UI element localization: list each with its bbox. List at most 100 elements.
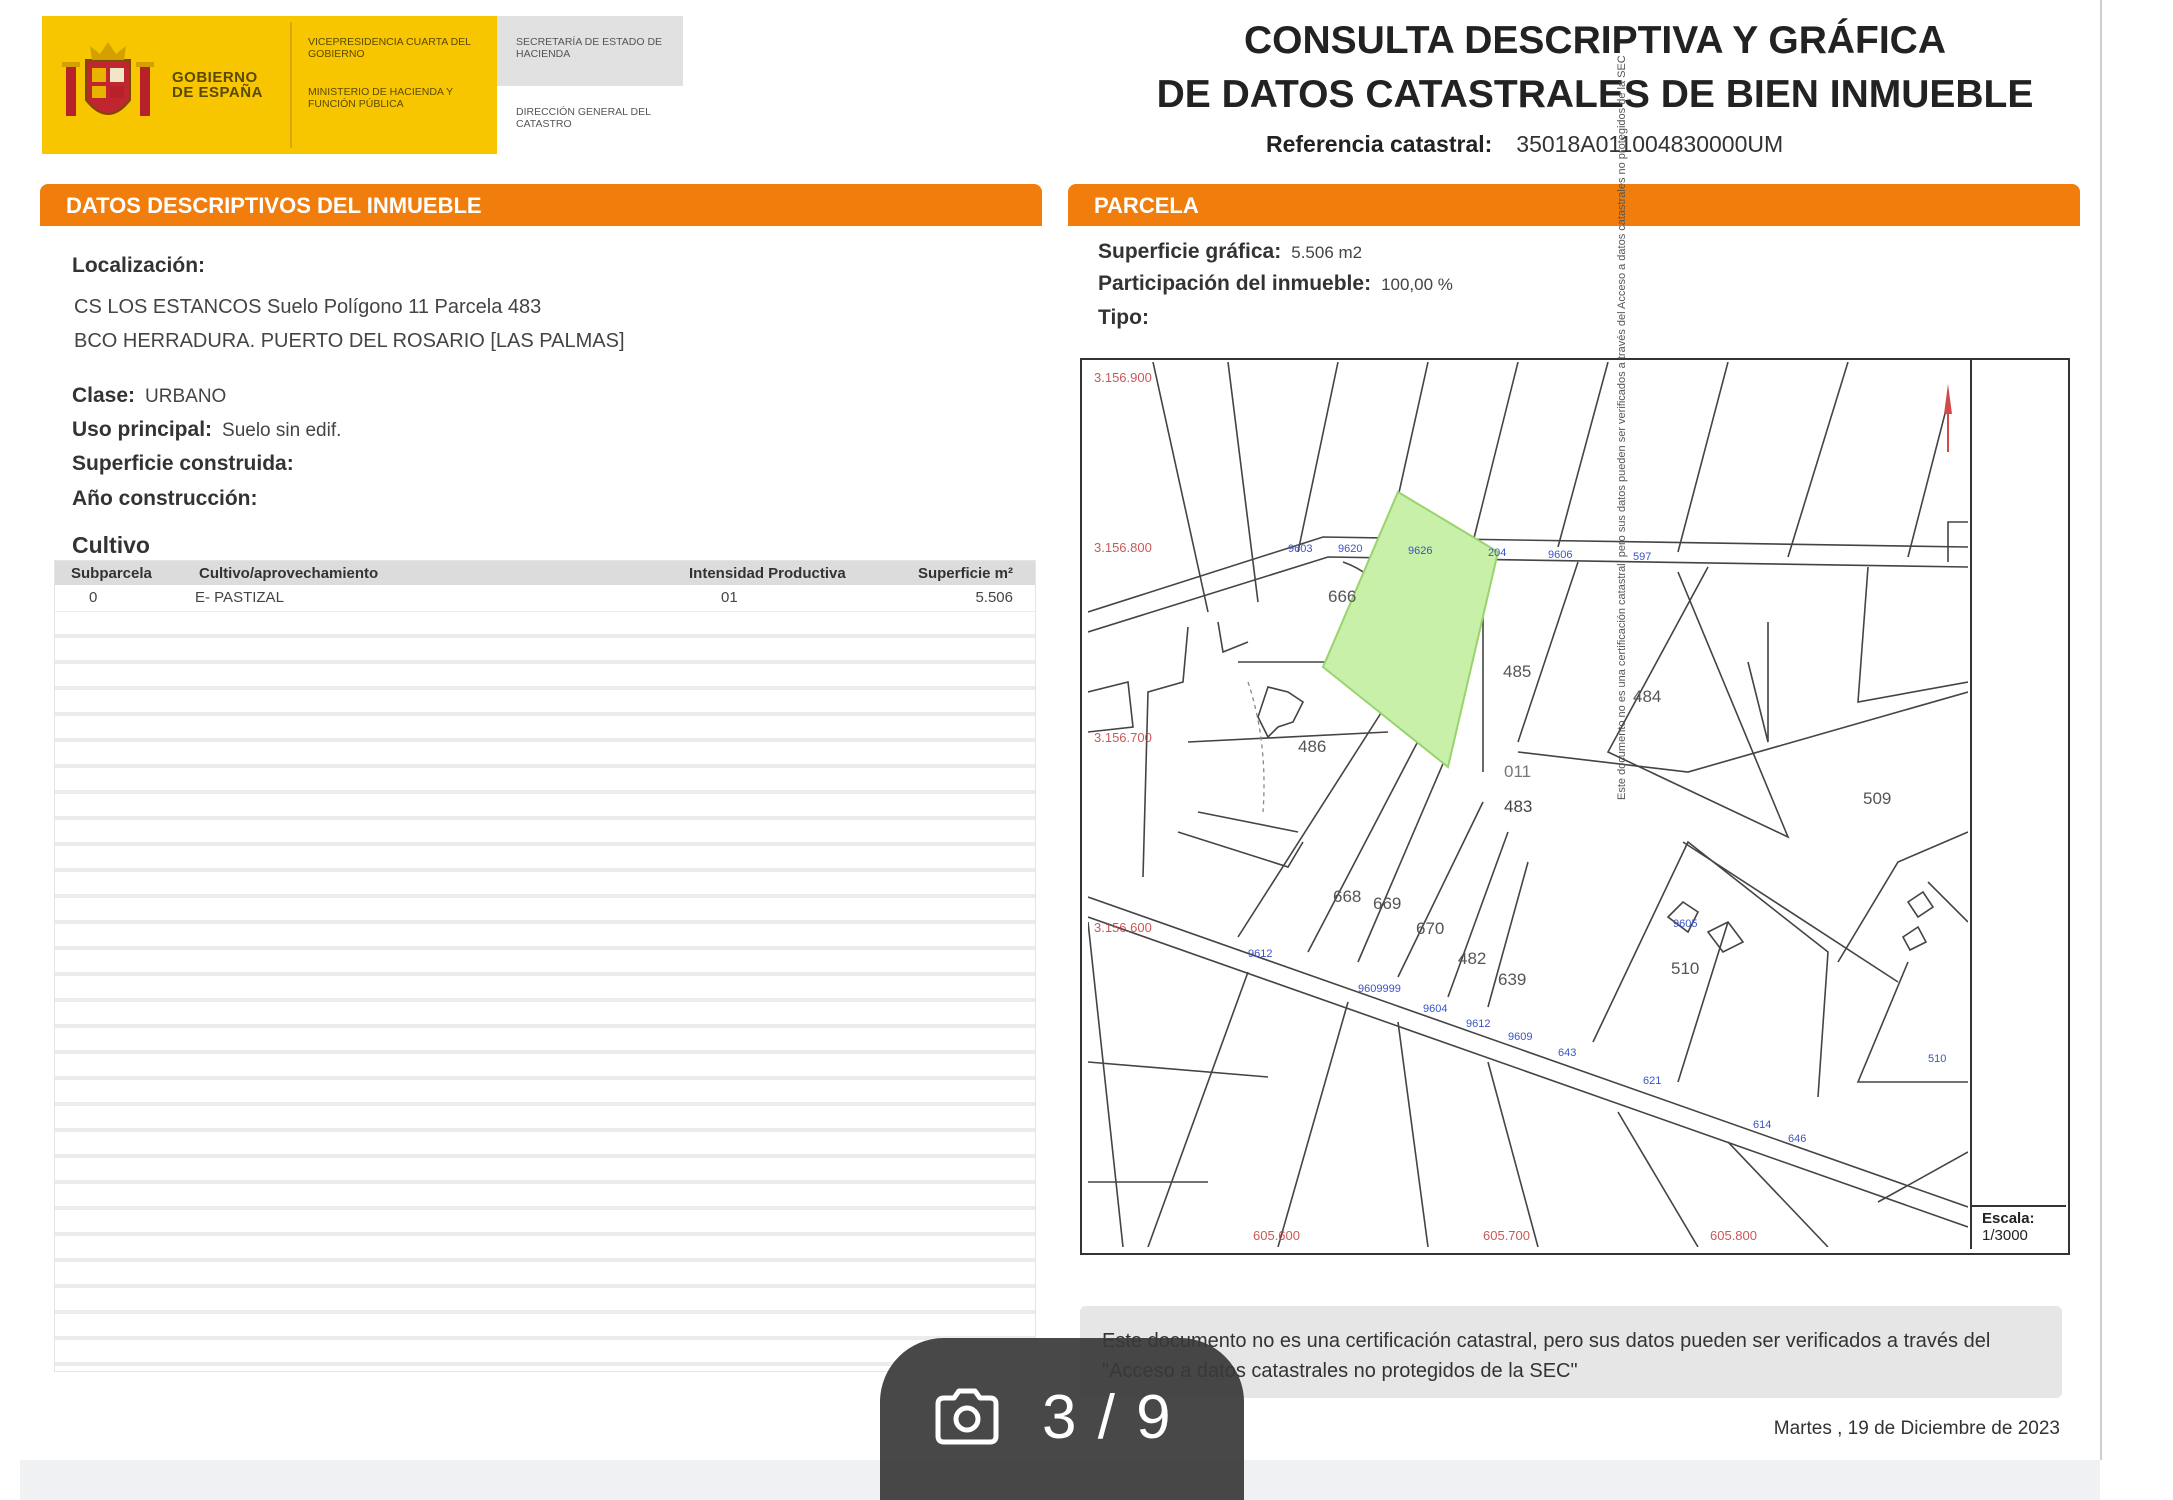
clase-row: Clase: URBANO [72, 384, 226, 408]
parcel-label: 666 [1328, 587, 1356, 606]
logo-gobierno-text: GOBIERNO DE ESPAÑA [172, 69, 263, 101]
participacion-label: Participación del inmueble: [1098, 272, 1372, 295]
disclaimer-text: Este documento no es una certificación c… [1102, 1330, 1991, 1382]
x-coord-2: 605.700 [1483, 1228, 1530, 1243]
table-header: Subparcela Cultivo/aprovechamiento Inten… [55, 561, 1035, 585]
ref-value: 35018A011004830000UM [1516, 131, 1784, 157]
svg-text:9612: 9612 [1248, 948, 1272, 960]
parcel-label: 670 [1416, 919, 1444, 938]
clase-value: URBANO [145, 386, 227, 407]
image-counter-overlay[interactable]: 3 / 9 [880, 1338, 1244, 1500]
svg-text:597: 597 [1633, 551, 1651, 563]
map-scale: Escala: 1/3000 [1982, 1210, 2035, 1244]
localizacion-label: Localización: [72, 254, 206, 277]
address-line-2: BCO HERRADURA. PUERTO DEL ROSARIO [LAS P… [74, 330, 625, 352]
referencia-catastral: Referencia catastral: 35018A011004830000U… [1266, 131, 1783, 158]
cell-cultivo: E- PASTIZAL [195, 589, 284, 606]
camera-icon[interactable] [932, 1388, 1002, 1446]
superficie-grafica-value: 5.506 m2 [1291, 243, 1363, 262]
y-coord-1: 3.156.900 [1094, 370, 1152, 385]
svg-text:9609: 9609 [1508, 1031, 1532, 1043]
logo-secretaria-text: SECRETARÍA DE ESTADO DE HACIENDA [516, 36, 663, 60]
parcel-label: 510 [1671, 959, 1699, 978]
uso-row: Uso principal: Suelo sin edif. [72, 418, 341, 442]
ano-row: Año construcción: [72, 487, 258, 511]
header-intensidad: Intensidad Productiva [689, 565, 846, 582]
page-edge [2100, 0, 2102, 1460]
document-title: CONSULTA DESCRIPTIVA Y GRÁFICA DE DATOS … [1080, 14, 2110, 122]
svg-text:621: 621 [1643, 1075, 1661, 1087]
parcel-label: 482 [1458, 949, 1486, 968]
parcel-label: 486 [1298, 737, 1326, 756]
logo-ministerio-text: MINISTERIO DE HACIENDA Y FUNCIÓN PÚBLICA [308, 86, 453, 110]
logo-vicepresidencia-text: VICEPRESIDENCIA CUARTA DEL GOBIERNO [308, 36, 471, 60]
header-cultivo: Cultivo/aprovechamiento [199, 565, 379, 582]
map-legend-separator [1972, 1205, 2066, 1207]
ano-label: Año construcción: [72, 487, 258, 510]
document-date: Martes , 19 de Diciembre de 2023 [1773, 1418, 2060, 1439]
map-legend-text: Este documento no es una certificación c… [1616, 55, 1628, 800]
tipo-label: Tipo: [1098, 306, 1149, 329]
parcel-code: 011 [1504, 762, 1531, 781]
table-row: 0 E- PASTIZAL 01 5.506 [55, 585, 1035, 612]
logo-divider [290, 22, 292, 148]
parcel-label: 509 [1863, 789, 1891, 808]
image-counter-text: 3 / 9 [1042, 1383, 1173, 1452]
parcel-label: 639 [1498, 970, 1526, 989]
uso-label: Uso principal: [72, 418, 213, 441]
superficie-row: Superficie construida: [72, 452, 294, 476]
x-coord-3: 605.800 [1710, 1228, 1757, 1243]
svg-text:9605: 9605 [1673, 918, 1697, 930]
coat-of-arms-icon [62, 42, 154, 116]
cell-subparcela: 0 [89, 589, 98, 606]
cell-intensidad: 01 [721, 589, 738, 606]
section-title-datos: DATOS DESCRIPTIVOS DEL INMUEBLE [66, 193, 482, 218]
uso-value: Suelo sin edif. [222, 420, 342, 441]
parcel-label: 485 [1503, 662, 1531, 681]
svg-text:646: 646 [1788, 1133, 1806, 1145]
svg-text:9620: 9620 [1338, 543, 1362, 555]
scale-label: Escala: [1982, 1210, 2035, 1227]
svg-text:643: 643 [1558, 1047, 1576, 1059]
tipo-row: Tipo: [1098, 306, 1149, 330]
parcel-number: 483 [1504, 797, 1532, 816]
participacion-row: Participación del inmueble: 100,00 % [1098, 272, 1453, 296]
svg-text:9626: 9626 [1408, 545, 1432, 557]
svg-text:9612: 9612 [1466, 1018, 1490, 1030]
header-subparcela: Subparcela [71, 565, 152, 582]
superficie-grafica-row: Superficie gráfica: 5.506 m2 [1098, 240, 1362, 264]
table-empty-rows [55, 613, 1035, 1371]
parcel-label: 669 [1373, 894, 1401, 913]
svg-text:9606: 9606 [1548, 549, 1572, 561]
y-coord-4: 3.156.600 [1094, 920, 1152, 935]
participacion-value: 100,00 % [1381, 275, 1453, 294]
svg-text:614: 614 [1753, 1119, 1771, 1131]
ref-label: Referencia catastral: [1266, 131, 1493, 157]
svg-text:9604: 9604 [1423, 1003, 1447, 1015]
superficie-grafica-label: Superficie gráfica: [1098, 240, 1282, 263]
y-coord-2: 3.156.800 [1094, 540, 1152, 555]
scale-value: 1/3000 [1982, 1227, 2028, 1244]
parcel-label: 484 [1633, 687, 1661, 706]
x-coord-1: 605.600 [1253, 1228, 1300, 1243]
section-title-parcela: PARCELA [1094, 193, 1199, 218]
header-superficie: Superficie m² [917, 565, 1013, 582]
logo-direccion-text: DIRECCIÓN GENERAL DEL CATASTRO [516, 106, 651, 130]
svg-text:204: 204 [1488, 547, 1506, 559]
title-line-1: CONSULTA DESCRIPTIVA Y GRÁFICA [1243, 19, 1947, 62]
parcel-483-highlight [1321, 490, 1500, 769]
section-bar-datos: DATOS DESCRIPTIVOS DEL INMUEBLE [40, 184, 1042, 226]
cell-superficie: 5.506 [975, 589, 1013, 606]
map-legend-divider [1970, 360, 1972, 1249]
svg-text:9603: 9603 [1288, 543, 1312, 555]
cultivo-title: Cultivo [72, 532, 150, 558]
section-bar-parcela: PARCELA [1068, 184, 2080, 226]
north-arrow-icon [1944, 384, 1952, 452]
parcel-label: 668 [1333, 887, 1361, 906]
address-line-1: CS LOS ESTANCOS Suelo Polígono 11 Parcel… [74, 296, 542, 318]
svg-text:9609999: 9609999 [1358, 983, 1401, 995]
superficie-label: Superficie construida: [72, 452, 294, 475]
svg-text:510: 510 [1928, 1053, 1946, 1065]
cadastral-map: 9603 9620 9626 204 9606 597 961296099999604 … [1088, 362, 1968, 1247]
clase-label: Clase: [72, 384, 136, 407]
